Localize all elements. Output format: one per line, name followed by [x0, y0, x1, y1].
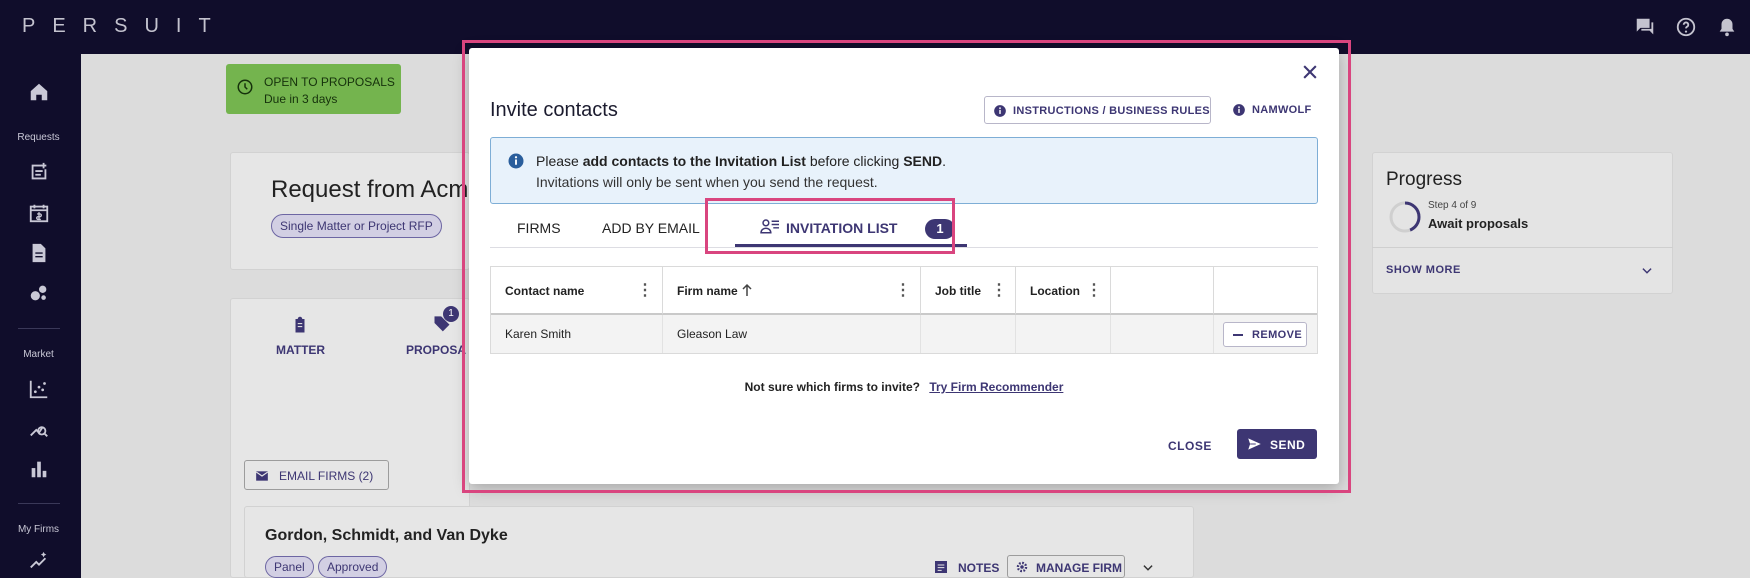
chat-icon[interactable] — [1634, 16, 1656, 38]
firm-card-title: Gordon, Schmidt, and Van Dyke — [265, 527, 508, 544]
nav-section-requests: Requests — [17, 132, 60, 143]
info-banner-line2: Invitations will only be sent when you s… — [536, 174, 878, 190]
top-bar: PERSUIT — [0, 0, 1750, 54]
remove-label: REMOVE — [1252, 329, 1303, 341]
invitation-count-badge: 1 — [925, 219, 955, 239]
request-title: Request from Acm — [271, 176, 469, 203]
cell-firm-name: Gleason Law — [677, 327, 748, 341]
contact-list-icon — [760, 219, 779, 234]
info-banner-line1: Please add contacts to the Invitation Li… — [536, 153, 947, 169]
settings-gear-icon — [1015, 560, 1029, 574]
send-label: SEND — [1270, 438, 1306, 452]
clipboard-icon — [291, 315, 309, 335]
column-menu-icon[interactable]: ⋮ — [895, 282, 911, 300]
recommender-question: Not sure which firms to invite? — [744, 380, 920, 394]
send-icon — [1248, 438, 1261, 450]
mail-icon — [255, 471, 269, 481]
sparkle-chart-icon[interactable] — [28, 550, 50, 572]
tab-matter[interactable]: MATTER — [276, 343, 325, 357]
column-header-firm-name[interactable]: Firm name ⋮ — [663, 267, 921, 315]
tab-proposals[interactable]: PROPOSA — [406, 343, 466, 357]
column-menu-icon[interactable]: ⋮ — [637, 282, 653, 300]
pill-approved: Approved — [318, 556, 388, 578]
dialog-title: Invite contacts — [490, 99, 618, 121]
info-icon — [508, 153, 524, 169]
minus-icon — [1233, 334, 1243, 336]
nav-divider — [18, 328, 60, 329]
pill-single-matter: Single Matter or Project RFP — [271, 214, 442, 238]
calendar-dollar-icon[interactable] — [28, 202, 50, 224]
status-due: Due in 3 days — [264, 92, 338, 106]
try-firm-recommender-link[interactable]: Try Firm Recommender — [929, 380, 1063, 394]
instructions-label: INSTRUCTIONS / BUSINESS RULES — [1013, 105, 1210, 117]
column-header-empty — [1111, 267, 1214, 315]
info-icon — [1233, 104, 1245, 116]
request-header-card — [230, 152, 470, 270]
notes-icon — [933, 559, 949, 575]
cell-contact-name: Karen Smith — [505, 327, 572, 341]
close-icon[interactable] — [1300, 62, 1320, 82]
remove-contact-button[interactable]: REMOVE — [1223, 322, 1307, 347]
tab-add-by-email[interactable]: ADD BY EMAIL — [590, 204, 720, 248]
column-header-actions — [1214, 267, 1317, 315]
column-menu-icon[interactable]: ⋮ — [1086, 282, 1102, 300]
notes-button[interactable]: NOTES — [958, 561, 999, 575]
namwolf-label: NAMWOLF — [1252, 104, 1312, 116]
manage-firm-label: MANAGE FIRM — [1036, 561, 1122, 575]
progress-step: Step 4 of 9 — [1428, 200, 1477, 211]
send-button[interactable]: SEND — [1237, 429, 1317, 459]
bar-chart-icon[interactable] — [28, 458, 50, 480]
help-icon[interactable] — [1675, 16, 1697, 38]
column-header-job-title[interactable]: Job title ⋮ — [921, 267, 1016, 315]
progress-step-name: Await proposals — [1428, 216, 1529, 231]
bubbles-icon[interactable] — [28, 282, 50, 304]
proposals-count-badge: 1 — [443, 306, 459, 322]
new-request-icon[interactable] — [28, 161, 50, 183]
firm-recommender-prompt: Not sure which firms to invite? Try Firm… — [469, 380, 1339, 394]
invitation-table: Contact name ⋮ Firm name ⋮ Job title ⋮ L… — [490, 266, 1318, 354]
table-row: Gleason Law — [663, 315, 921, 353]
invite-tabs: FIRMS ADD BY EMAIL INVITATION LIST 1 — [490, 204, 1318, 248]
email-firms-button[interactable]: EMAIL FIRMS (2) — [244, 460, 389, 490]
info-icon — [994, 105, 1006, 117]
column-menu-icon[interactable]: ⋮ — [991, 282, 1007, 300]
clock-icon — [237, 79, 253, 95]
chevron-down-icon[interactable] — [1640, 264, 1654, 278]
column-header-contact-name[interactable]: Contact name ⋮ — [491, 267, 663, 315]
tab-firms[interactable]: FIRMS — [490, 204, 585, 248]
cell-actions: REMOVE — [1214, 315, 1317, 353]
cell-job-title — [921, 315, 1016, 353]
invite-contacts-dialog: Invite contacts INSTRUCTIONS / BUSINESS … — [469, 48, 1339, 484]
column-header-location[interactable]: Location ⋮ — [1016, 267, 1111, 315]
scatter-chart-icon[interactable] — [28, 378, 50, 400]
chevron-down-icon[interactable] — [1141, 561, 1155, 575]
cell-location — [1016, 315, 1111, 353]
show-more-button[interactable]: SHOW MORE — [1386, 264, 1461, 276]
notifications-bell-icon[interactable] — [1716, 16, 1738, 38]
info-banner: Please add contacts to the Invitation Li… — [490, 137, 1318, 204]
nav-section-my-firms: My Firms — [17, 524, 60, 535]
manage-firm-button[interactable]: MANAGE FIRM — [1007, 555, 1125, 578]
instructions-business-rules-button[interactable]: INSTRUCTIONS / BUSINESS RULES — [984, 96, 1211, 124]
email-firms-label: EMAIL FIRMS (2) — [279, 469, 374, 483]
status-chip-open-to-proposals: OPEN TO PROPOSALS Due in 3 days — [226, 64, 401, 114]
progress-divider — [1372, 247, 1673, 248]
market-search-icon[interactable] — [28, 418, 50, 440]
nav-divider — [18, 503, 60, 504]
home-icon[interactable] — [28, 81, 50, 103]
nav-section-market: Market — [23, 349, 54, 360]
persuit-logo[interactable]: PERSUIT — [22, 15, 228, 38]
progress-ring-icon — [1389, 201, 1421, 233]
table-row: Karen Smith — [491, 315, 663, 353]
active-tab-indicator — [735, 244, 967, 247]
pill-panel: Panel — [265, 556, 314, 578]
progress-title: Progress — [1386, 169, 1463, 190]
status-label: OPEN TO PROPOSALS — [264, 75, 395, 89]
sort-ascending-icon[interactable] — [741, 283, 753, 297]
side-navigation: Requests Market My Firms — [0, 54, 81, 578]
cell-empty — [1111, 315, 1214, 353]
close-button[interactable]: CLOSE — [1168, 439, 1212, 453]
document-icon[interactable] — [28, 242, 50, 264]
